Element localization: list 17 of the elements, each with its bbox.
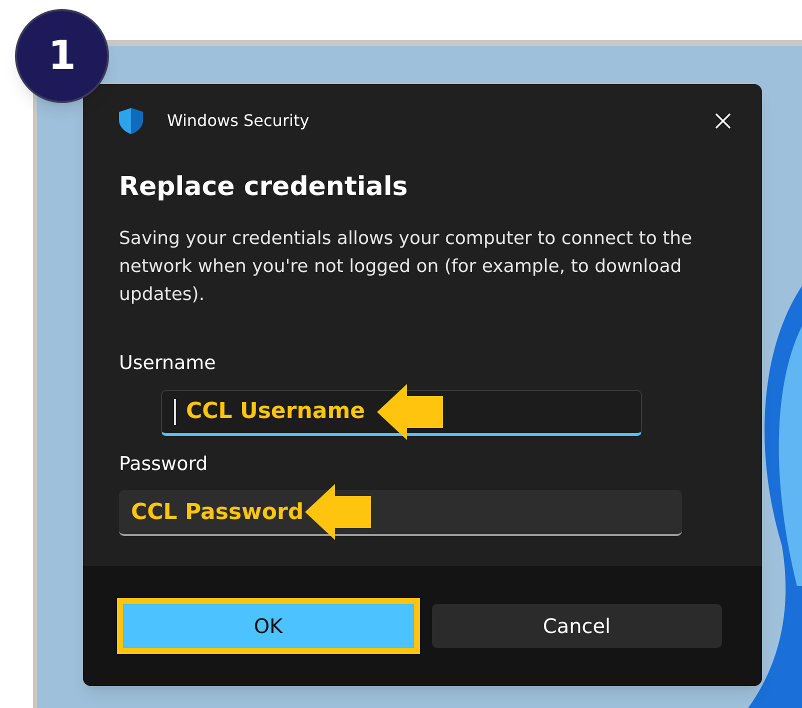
shield-icon: [119, 108, 143, 134]
field-label: Password: [119, 452, 209, 476]
step-number: 1: [48, 32, 76, 81]
dialog-heading: Replace credentials: [119, 171, 409, 204]
close-icon: [715, 113, 731, 129]
cancel-button[interactable]: Cancel: [432, 604, 722, 648]
arrow-icon: [377, 384, 443, 440]
field-label: Username: [119, 351, 217, 376]
field-value: CCL Username: [186, 398, 366, 426]
text-cursor: [174, 398, 176, 424]
arrow-icon: [305, 484, 371, 540]
ok-button[interactable]: OK: [123, 604, 414, 648]
window-title: Windows Security: [167, 110, 310, 132]
input-field[interactable]: CCL Username: [161, 390, 642, 436]
dialog-description: Saving your credentials allows your computer to connect to the network when you're not logged on (for example, to download updates).: [119, 227, 694, 307]
field-value: CCL Password: [131, 498, 304, 526]
input-field[interactable]: CCL Password: [119, 490, 682, 536]
